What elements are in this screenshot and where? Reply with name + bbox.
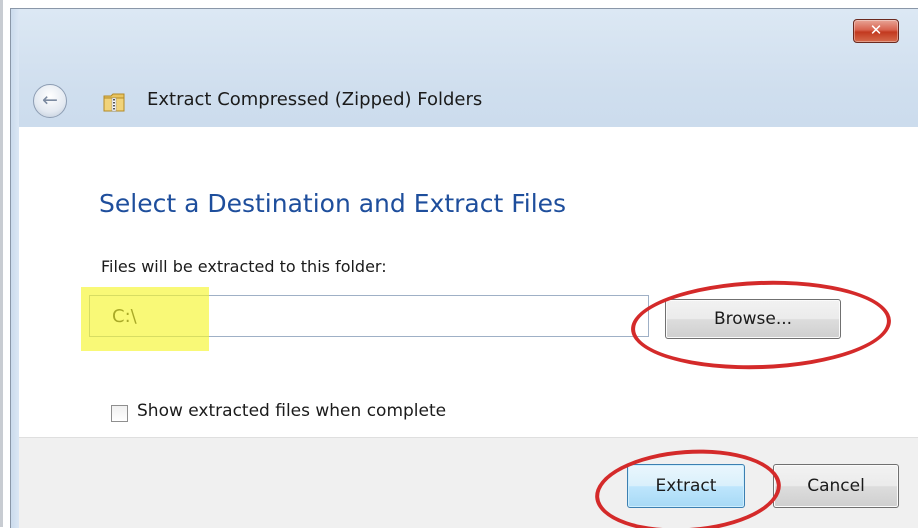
browse-button[interactable]: Browse...	[665, 299, 841, 339]
close-icon: ✕	[869, 21, 883, 39]
destination-label: Files will be extracted to this folder:	[101, 257, 387, 276]
cancel-button[interactable]: Cancel	[773, 464, 899, 508]
back-arrow-icon: ←	[42, 89, 58, 111]
extract-button[interactable]: Extract	[627, 464, 745, 508]
show-extracted-files-label[interactable]: Show extracted files when complete	[137, 401, 446, 421]
window-frame-left	[11, 9, 19, 528]
show-extracted-files-checkbox[interactable]	[111, 405, 128, 422]
dialog-content: Select a Destination and Extract Files F…	[19, 127, 918, 437]
back-button[interactable]: ←	[33, 84, 67, 118]
close-button[interactable]: ✕	[853, 19, 899, 43]
extract-dialog: ✕ ← Extract Compressed (Zipped) Folders …	[10, 8, 918, 528]
destination-path-input[interactable]	[89, 295, 649, 337]
page-title: Select a Destination and Extract Files	[99, 189, 567, 218]
dialog-footer: Extract Cancel	[19, 437, 918, 528]
zip-folder-icon	[103, 93, 125, 112]
background-window-edge	[0, 0, 3, 527]
window-title: Extract Compressed (Zipped) Folders	[147, 89, 483, 110]
